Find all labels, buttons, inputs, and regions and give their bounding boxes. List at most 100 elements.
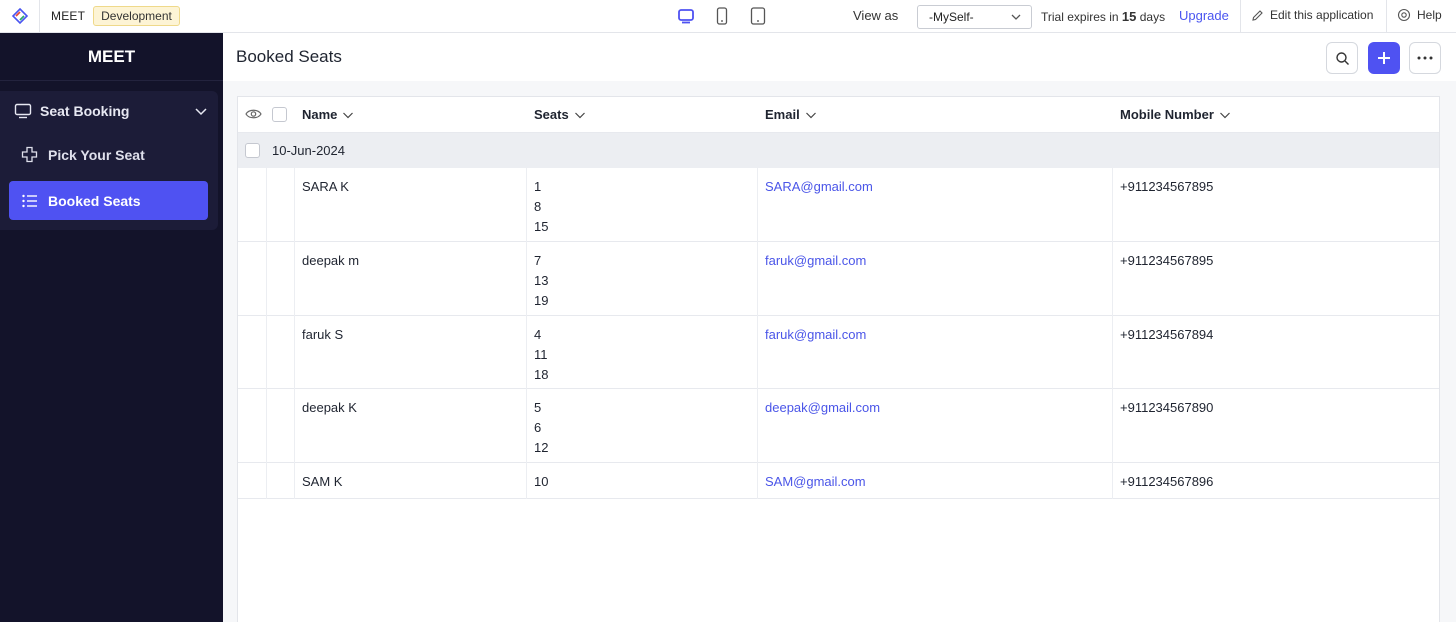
sidebar-group-toggle[interactable]: Seat Booking	[14, 101, 210, 121]
records-table: Name Seats Email Mobile Number 10-Jun-20…	[237, 96, 1440, 622]
table-row[interactable]: deepak m 7 13 19 faruk@gmail.com +91123456789…	[238, 242, 1439, 316]
mobile-view-icon[interactable]	[712, 6, 732, 26]
sidebar-group-seat-booking: Seat Booking Pick Your Seat Booked Seats	[0, 91, 218, 230]
list-icon	[22, 194, 37, 207]
column-divider	[526, 389, 527, 463]
column-divider	[266, 463, 267, 499]
view-as-value: -MySelf-	[929, 10, 974, 24]
column-divider	[294, 316, 295, 389]
seat-number: 1	[534, 179, 542, 194]
cell-mobile: +911234567896	[1120, 474, 1214, 489]
cell-email[interactable]: SARA@gmail.com	[765, 177, 873, 197]
sidebar-group-label: Seat Booking	[40, 103, 130, 119]
help-button[interactable]: Help	[1397, 8, 1442, 22]
eye-icon[interactable]	[245, 107, 262, 121]
column-divider	[526, 463, 527, 499]
more-options-button[interactable]	[1409, 42, 1441, 74]
chevron-down-icon	[574, 112, 585, 118]
cell-mobile: +911234567895	[1120, 253, 1214, 268]
seat-number: 18	[534, 367, 549, 382]
tablet-view-icon[interactable]	[748, 6, 768, 26]
main-content: Booked Seats Name Seats Email Mobile Num…	[223, 33, 1456, 622]
column-header-name[interactable]: Name	[302, 107, 354, 122]
search-button[interactable]	[1326, 42, 1358, 74]
cell-seats: 4 11 18	[534, 325, 548, 385]
column-divider	[294, 389, 295, 463]
table-row[interactable]: faruk S 4 11 18 faruk@gmail.com +911234567894	[238, 316, 1439, 389]
pencil-icon	[1252, 9, 1263, 21]
select-all-checkbox[interactable]	[272, 107, 287, 122]
cell-name: faruk S	[302, 327, 344, 342]
column-divider	[294, 168, 295, 242]
seat-number: 5	[534, 400, 542, 415]
column-divider	[266, 242, 267, 316]
cell-email[interactable]: faruk@gmail.com	[765, 325, 866, 345]
divider	[1386, 0, 1387, 33]
column-divider	[1112, 316, 1113, 389]
seat-plus-icon	[21, 146, 38, 163]
seat-number: 6	[534, 420, 542, 435]
more-horizontal-icon	[1417, 56, 1433, 60]
column-divider	[757, 463, 758, 499]
seat-number: 8	[534, 199, 542, 214]
seat-number: 15	[534, 219, 549, 234]
column-header-label: Name	[302, 107, 338, 122]
table-header: Name Seats Email Mobile Number	[238, 97, 1439, 133]
seat-number: 19	[534, 293, 549, 308]
seat-number: 13	[534, 273, 549, 288]
cell-mobile: +911234567890	[1120, 400, 1214, 415]
group-label: 10-Jun-2024	[272, 143, 345, 158]
sidebar-item-pick-your-seat[interactable]: Pick Your Seat	[9, 135, 208, 174]
top-bar: MEET Development View as -MySelf- Trial …	[0, 0, 1456, 33]
sidebar-item-booked-seats[interactable]: Booked Seats	[9, 181, 208, 220]
column-header-label: Seats	[534, 107, 569, 122]
seat-number: 12	[534, 440, 549, 455]
cell-email[interactable]: deepak@gmail.com	[765, 398, 880, 418]
column-divider	[1112, 242, 1113, 316]
desktop-view-icon[interactable]	[676, 6, 696, 26]
edit-application-label: Edit this application	[1270, 8, 1374, 22]
sidebar-title: MEET	[0, 33, 223, 81]
column-divider	[1112, 389, 1113, 463]
column-header-email[interactable]: Email	[765, 107, 817, 122]
view-as-select[interactable]: -MySelf-	[917, 5, 1032, 29]
plus-icon	[1378, 52, 1390, 64]
seat-number: 11	[534, 347, 548, 362]
group-row: 10-Jun-2024	[238, 133, 1439, 168]
column-divider	[266, 389, 267, 463]
table-row[interactable]: SARA K 1 8 15 SARA@gmail.com +911234567895	[238, 168, 1439, 242]
cell-seats: 1 8 15	[534, 177, 548, 237]
view-as-label: View as	[853, 8, 899, 23]
edit-application-button[interactable]: Edit this application	[1251, 8, 1373, 22]
table-row[interactable]: SAM K 10 SAM@gmail.com +911234567896	[238, 463, 1439, 499]
cell-email[interactable]: SAM@gmail.com	[765, 472, 866, 492]
app-logo-icon[interactable]	[0, 0, 40, 33]
trial-days: 15	[1121, 9, 1137, 24]
chevron-down-icon	[195, 108, 207, 116]
column-header-mobile-number[interactable]: Mobile Number	[1120, 107, 1231, 122]
column-divider	[757, 389, 758, 463]
help-label: Help	[1417, 8, 1442, 22]
group-checkbox[interactable]	[245, 143, 260, 158]
column-header-label: Mobile Number	[1120, 107, 1214, 122]
column-divider	[526, 168, 527, 242]
cell-seats: 5 6 12	[534, 398, 548, 458]
cell-mobile: +911234567894	[1120, 327, 1214, 342]
cell-name: SARA K	[302, 179, 349, 194]
upgrade-link[interactable]: Upgrade	[1179, 8, 1229, 23]
cell-seats: 7 13 19	[534, 251, 548, 311]
cell-email[interactable]: faruk@gmail.com	[765, 251, 866, 271]
cell-name: deepak K	[302, 400, 357, 415]
add-record-button[interactable]	[1368, 42, 1400, 74]
column-divider	[266, 168, 267, 242]
table-row[interactable]: deepak K 5 6 12 deepak@gmail.com +91123456789…	[238, 389, 1439, 463]
column-header-seats[interactable]: Seats	[534, 107, 586, 122]
column-divider	[1112, 168, 1113, 242]
column-divider	[526, 242, 527, 316]
column-divider	[294, 463, 295, 499]
page-title: Booked Seats	[236, 47, 342, 66]
column-divider	[757, 168, 758, 242]
help-icon	[1397, 8, 1411, 22]
environment-badge[interactable]: Development	[93, 6, 180, 26]
sidebar: MEET Seat Booking Pick Your Seat Booked …	[0, 33, 223, 622]
